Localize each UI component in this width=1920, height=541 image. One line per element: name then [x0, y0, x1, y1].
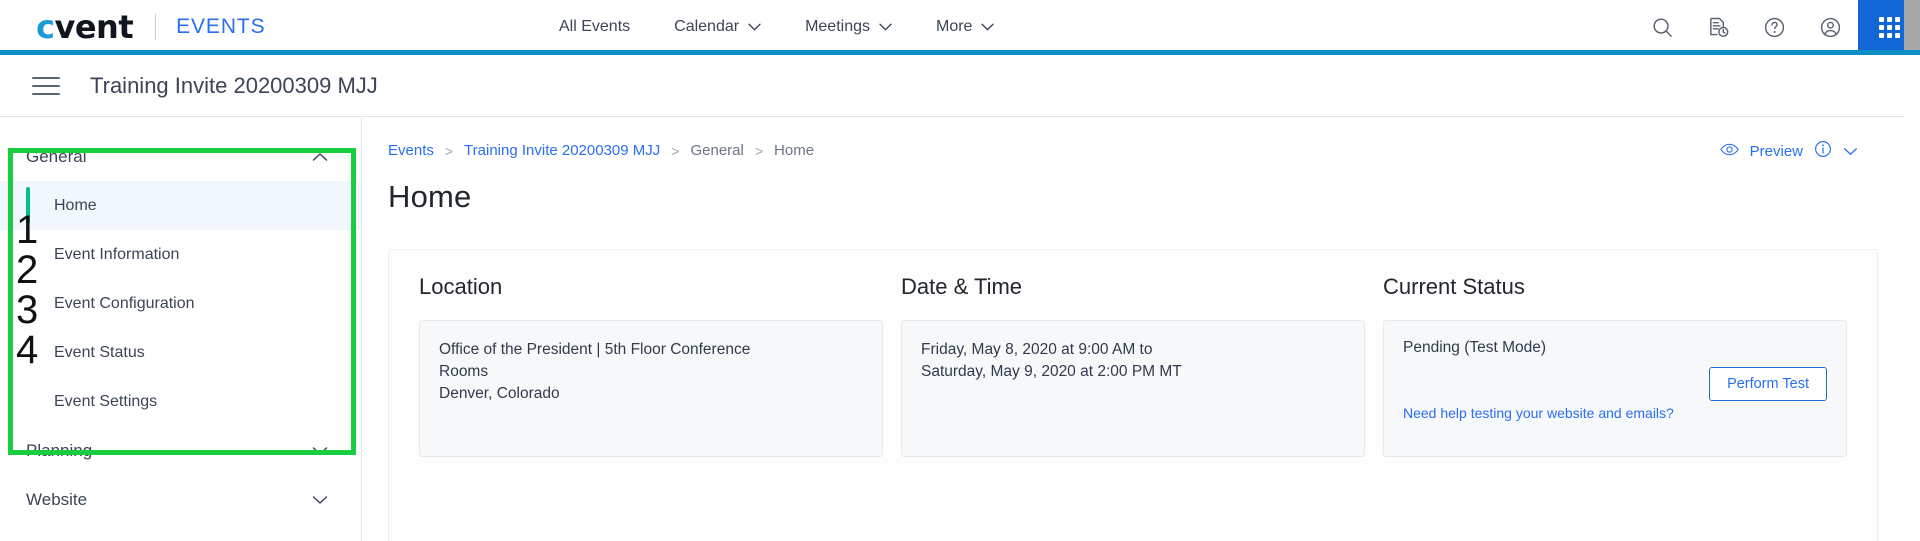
sidebar-item-home-label: Home [54, 196, 97, 214]
status-badge: Pending (Test Mode) [1403, 339, 1547, 356]
nav-item-more[interactable]: More [914, 0, 1016, 54]
sidebar-item-event-status[interactable]: Event Status [0, 328, 361, 377]
account-icon[interactable] [1802, 0, 1858, 54]
nav-item-all-events-label: All Events [559, 18, 631, 35]
hamburger-icon[interactable] [32, 71, 60, 101]
breadcrumb-separator: > [671, 142, 680, 159]
breadcrumb-item-home: Home [774, 142, 815, 159]
help-icon[interactable] [1746, 0, 1802, 54]
card-date-time-title: Date & Time [901, 274, 1023, 299]
chevron-down-icon [981, 23, 995, 31]
sidebar-group-general-label: General [26, 146, 87, 166]
card-location-title: Location [419, 274, 503, 299]
chevron-down-icon [748, 23, 761, 31]
breadcrumb-separator: > [444, 142, 454, 159]
app-grid-dots [1878, 16, 1900, 38]
main-content: Events > Training Invite 20200309 MJJ > … [363, 118, 1904, 541]
event-header-bar: Training Invite 20200309 MJJ [0, 55, 1904, 117]
preview-button[interactable]: Preview [1750, 143, 1803, 160]
perform-test-button[interactable]: Perform Test [1709, 367, 1827, 401]
nav-item-meetings-label: Meetings [805, 18, 870, 35]
sidebar-group-general[interactable]: General [0, 132, 361, 181]
scrollbar-gutter[interactable] [1904, 0, 1920, 54]
sidebar-item-event-configuration-label: Event Configuration [54, 294, 195, 312]
top-nav-items: All Events Calendar Meetings More [537, 0, 1016, 54]
chevron-down-icon[interactable] [1843, 143, 1858, 160]
recent-activity-icon[interactable] [1690, 0, 1746, 54]
overview-cards: Location Office of the President | 5th F… [388, 249, 1878, 541]
card-location: Location Office of the President | 5th F… [419, 274, 883, 541]
content-page-title: Home [388, 179, 472, 214]
card-date-time-body: Friday, May 8, 2020 at 9:00 AM to Saturd… [901, 320, 1365, 457]
search-icon[interactable] [1634, 0, 1690, 54]
sidebar-item-event-configuration[interactable]: Event Configuration [0, 279, 361, 328]
card-current-status: Current Status Pending (Test Mode) Perfo… [1383, 274, 1847, 541]
preview-controls: Preview [1719, 140, 1858, 162]
chevron-up-icon [312, 147, 328, 167]
brand-logo[interactable]: cvent EVENTS [36, 11, 266, 43]
breadcrumb-item-events[interactable]: Events [388, 142, 434, 159]
card-date-time: Date & Time Friday, May 8, 2020 at 9:00 … [901, 274, 1365, 541]
breadcrumb-separator: > [754, 142, 764, 159]
chevron-down-icon [879, 23, 892, 31]
nav-item-meetings[interactable]: Meetings [783, 0, 914, 54]
chevron-down-icon [312, 441, 328, 461]
card-location-line-1: Office of the President | 5th Floor Conf… [439, 341, 751, 358]
cvent-logo-vent: vent [54, 8, 134, 46]
info-circle-icon[interactable] [1814, 140, 1832, 162]
card-date-time-line-1: Friday, May 8, 2020 at 9:00 AM to [921, 341, 1153, 358]
testing-help-link[interactable]: Need help testing your website and email… [1403, 405, 1674, 421]
left-sidebar-nav: General Home Event Information Event Con… [0, 118, 362, 541]
sidebar-group-planning-label: Planning [26, 440, 93, 460]
sidebar-item-event-settings-label: Event Settings [54, 392, 158, 410]
sidebar-group-website-label: Website [26, 489, 88, 509]
global-top-nav: cvent EVENTS All Events Calendar Meeting… [0, 0, 1920, 55]
brand-divider [155, 14, 157, 40]
cvent-wordmark: cvent [36, 8, 134, 46]
product-name-events: EVENTS [176, 15, 266, 38]
card-location-body: Office of the President | 5th Floor Conf… [419, 320, 883, 457]
card-current-status-title: Current Status [1383, 274, 1525, 299]
sidebar-item-home[interactable]: Home [0, 181, 361, 230]
sidebar-group-website[interactable]: Website [0, 475, 361, 524]
nav-item-more-label: More [936, 18, 973, 35]
sidebar-group-planning[interactable]: Planning [0, 426, 361, 475]
page-title: Training Invite 20200309 MJJ [90, 72, 378, 98]
breadcrumb-item-general: General [690, 142, 744, 159]
breadcrumb-item-event[interactable]: Training Invite 20200309 MJJ [464, 142, 660, 159]
app-root: cvent EVENTS All Events Calendar Meeting… [0, 0, 1920, 541]
nav-item-calendar[interactable]: Calendar [652, 0, 783, 54]
breadcrumb: Events > Training Invite 20200309 MJJ > … [363, 118, 1904, 159]
nav-item-all-events[interactable]: All Events [537, 0, 652, 54]
card-date-time-line-2: Saturday, May 9, 2020 at 2:00 PM MT [921, 363, 1182, 380]
card-location-line-2: Rooms [439, 363, 489, 380]
card-current-status-body: Pending (Test Mode) Perform Test Need he… [1383, 320, 1847, 457]
sidebar-item-event-status-label: Event Status [54, 343, 145, 361]
top-nav-actions [1634, 0, 1920, 54]
sidebar-item-event-information-label: Event Information [54, 245, 180, 263]
eye-icon[interactable] [1719, 143, 1739, 160]
card-location-line-3: Denver, Colorado [439, 385, 560, 402]
sidebar-item-event-settings[interactable]: Event Settings [0, 377, 361, 426]
sidebar-item-event-information[interactable]: Event Information [0, 230, 361, 279]
chevron-down-icon [312, 490, 328, 510]
cvent-logo-c: c [36, 8, 55, 46]
nav-item-calendar-label: Calendar [674, 18, 740, 35]
